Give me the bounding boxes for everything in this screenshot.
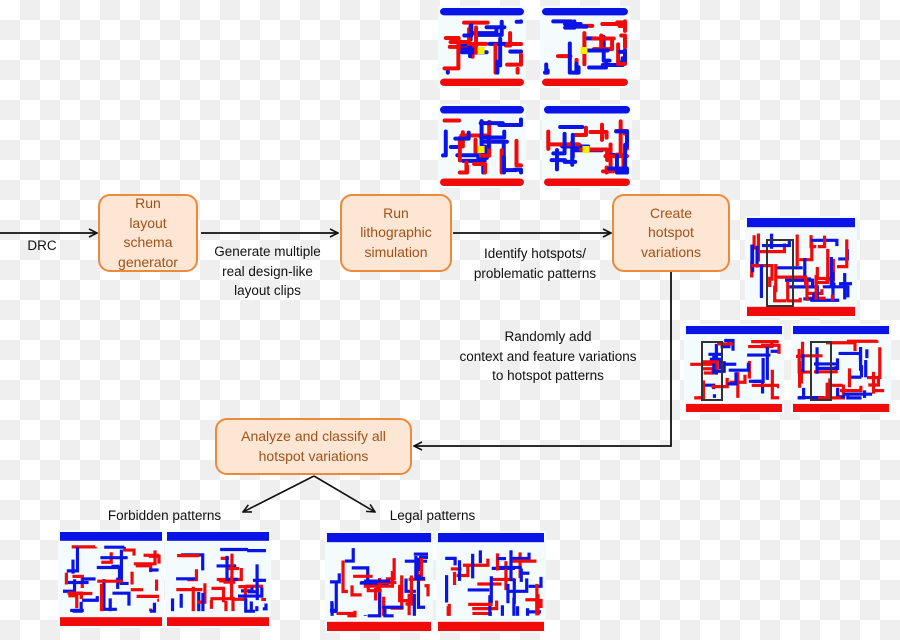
drc-text: DRC <box>27 238 57 253</box>
bottom-rail-red <box>747 306 855 316</box>
forbidden-pattern-clip <box>58 530 164 628</box>
legal-pattern-clip <box>325 531 433 633</box>
top-rail-blue <box>440 106 524 114</box>
bottom-rail-red <box>686 403 782 412</box>
top-rail-blue <box>793 326 889 335</box>
edge-label-line: layout clips <box>234 283 301 298</box>
top-rail-blue <box>544 106 630 114</box>
bottom-rail-red <box>544 178 630 186</box>
arrow-analyze-to-legal <box>313 475 375 512</box>
legal-text: Legal patterns <box>389 508 476 523</box>
step-line: Analyze and classify all <box>241 428 386 444</box>
top-rail-blue <box>438 533 544 543</box>
top-rail-blue <box>327 533 431 543</box>
bottom-rail-red <box>440 78 524 86</box>
bottom-rail-red <box>167 617 269 626</box>
step-run-lithographic-simulation[interactable]: Run lithographic simulation <box>340 194 452 272</box>
bottom-rail-red <box>327 621 431 631</box>
edge-label-line: context and feature variations <box>459 348 637 364</box>
edge-label-randomly: Randomly add context and feature variati… <box>448 327 648 386</box>
edge-label-line: Randomly add <box>504 329 592 344</box>
legal-patterns-label: Legal patterns <box>380 506 485 526</box>
hotspot-marker <box>580 47 588 54</box>
legal-pattern-clip <box>436 531 546 633</box>
top-rail-blue <box>542 8 628 16</box>
drc-label: DRC <box>22 236 62 256</box>
bottom-rail-red <box>60 617 162 626</box>
step-line: Create <box>649 204 692 221</box>
top-rail-blue <box>60 532 162 541</box>
step-line: layout <box>129 214 167 231</box>
edge-label-generate: Generate multiple real design-like layou… <box>200 242 335 301</box>
step-line: variations <box>641 243 701 260</box>
step-line: simulation <box>364 243 428 260</box>
step-run-layout-schema-generator[interactable]: Run layout schema generator <box>98 194 198 272</box>
bottom-rail-red <box>440 178 524 186</box>
edge-label-line: problematic patterns <box>473 265 597 281</box>
simulation-clip <box>540 6 630 88</box>
edge-label-line: real design-like <box>222 263 313 279</box>
hotspot-variation-clip <box>684 324 784 414</box>
hotspot-marker <box>477 47 485 54</box>
hotspot-variation-clip <box>745 216 857 318</box>
step-line: generator <box>118 253 178 270</box>
forbidden-patterns-label: Forbidden patterns <box>92 506 237 526</box>
arrow-analyze-to-forbidden <box>243 475 315 512</box>
step-line: hotspot variations <box>258 447 369 464</box>
edge-label-identify: Identify hotspots/ problematic patterns <box>455 244 615 283</box>
top-rail-blue <box>686 326 782 335</box>
edge-label-line: Generate multiple <box>214 244 321 259</box>
metal-wire <box>846 339 879 343</box>
hotspot-marker <box>582 146 590 153</box>
metal-wire <box>751 340 779 344</box>
simulation-clip <box>438 6 526 88</box>
forbidden-text: Forbidden patterns <box>107 508 222 523</box>
step-line: Run <box>383 204 409 221</box>
step-line: lithographic <box>360 224 432 241</box>
top-rail-blue <box>747 218 855 228</box>
bottom-rail-red <box>542 78 628 86</box>
hotspot-marker <box>477 146 485 153</box>
edge-label-line: to hotspot patterns <box>492 368 604 383</box>
step-line: Run <box>135 195 161 211</box>
forbidden-pattern-clip <box>165 530 271 628</box>
metal-wire <box>623 142 629 175</box>
simulation-clip <box>542 104 632 188</box>
step-line: schema <box>123 234 173 250</box>
top-rail-blue <box>440 8 524 16</box>
bottom-rail-red <box>793 403 889 412</box>
simulation-clip <box>438 104 526 188</box>
step-line: hotspot <box>648 224 694 241</box>
edge-label-line: Identify hotspots/ <box>483 246 587 261</box>
top-rail-blue <box>167 532 269 541</box>
hotspot-variation-clip <box>791 324 891 414</box>
step-analyze-classify[interactable]: Analyze and classify all hotspot variati… <box>215 418 412 475</box>
step-create-hotspot-variations[interactable]: Create hotspot variations <box>612 194 730 272</box>
bottom-rail-red <box>438 621 544 631</box>
